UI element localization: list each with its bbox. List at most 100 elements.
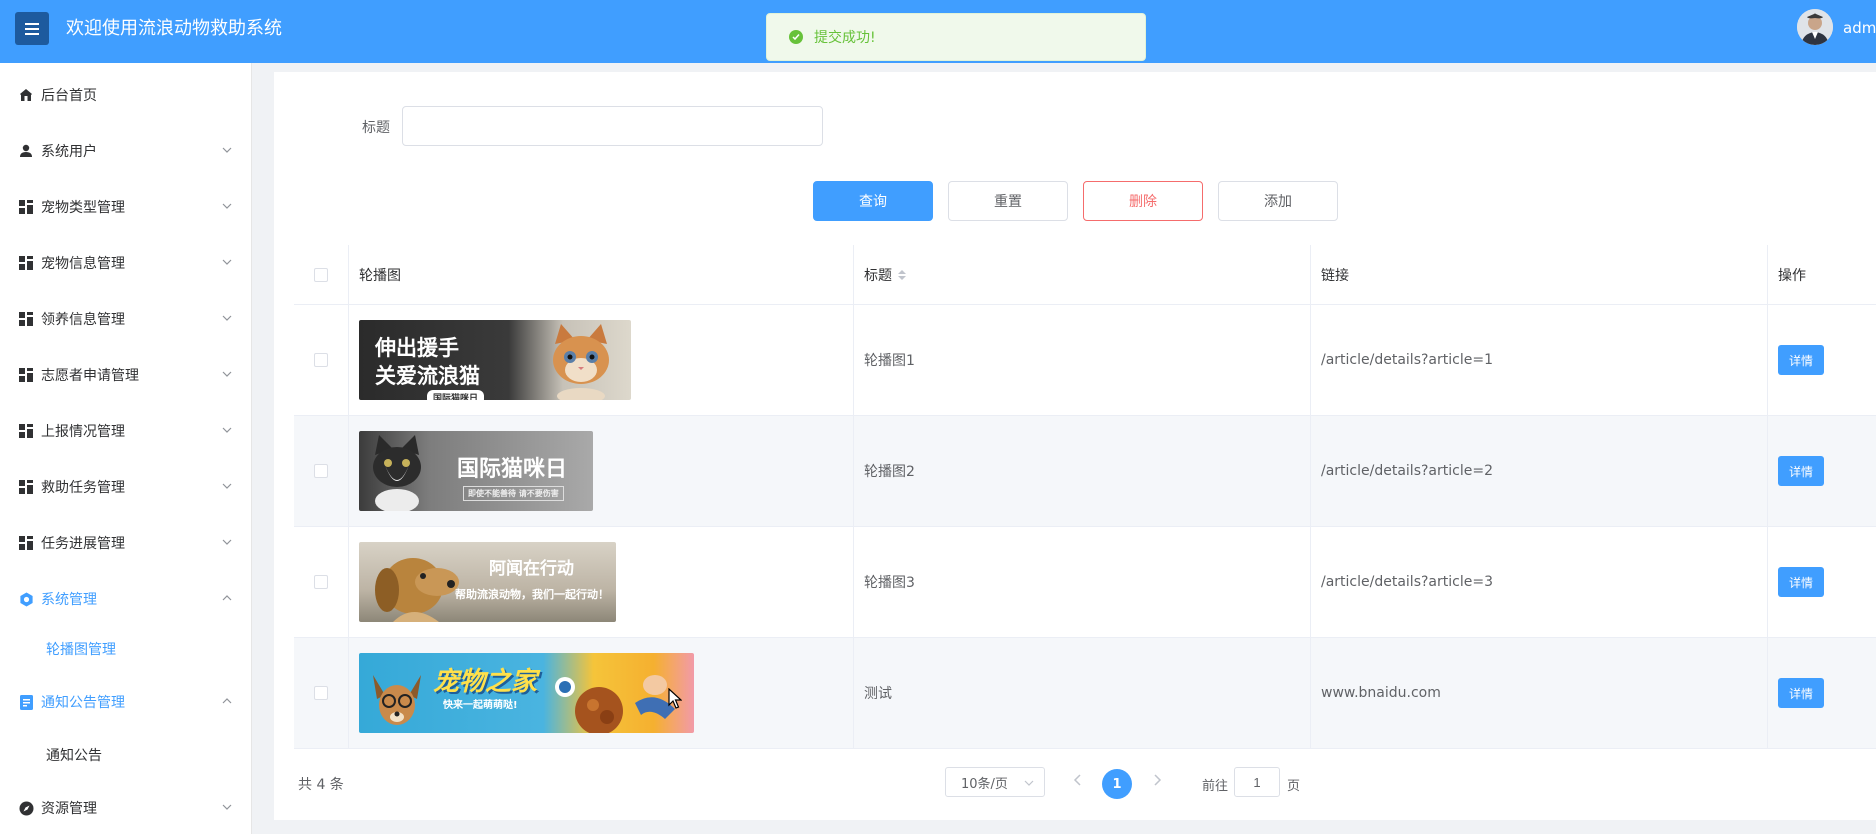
grid-icon bbox=[18, 535, 34, 551]
dog-illustration bbox=[375, 558, 459, 622]
grid-icon bbox=[18, 367, 34, 383]
total-count: 共 4 条 bbox=[298, 777, 344, 793]
chevron-up-icon bbox=[222, 595, 232, 601]
cat-illustration bbox=[373, 435, 421, 511]
chevron-down-icon bbox=[222, 203, 232, 209]
sidebar-item-resource[interactable]: 资源管理 bbox=[0, 780, 252, 834]
title-filter-input[interactable] bbox=[402, 106, 823, 146]
avatar[interactable] bbox=[1797, 9, 1833, 45]
banner-image[interactable]: 宠物之家 快来一起萌萌哒! bbox=[359, 653, 694, 733]
query-button[interactable]: 查询 bbox=[813, 181, 933, 221]
row-link: /article/details?article=2 bbox=[1311, 416, 1768, 526]
detail-button[interactable]: 详情 bbox=[1778, 567, 1824, 597]
banner-image[interactable]: 阿闻在行动 帮助流浪动物，我们一起行动！ bbox=[359, 542, 616, 622]
row-checkbox[interactable] bbox=[314, 464, 328, 478]
admin-username[interactable]: admin bbox=[1843, 19, 1876, 37]
sidebar: 后台首页 系统用户 宠物类型管理 宠物信息管理 领养信息管理 志愿者申请管理 上… bbox=[0, 63, 252, 834]
sidebar-subitem-carousel[interactable]: 轮播图管理 bbox=[0, 624, 252, 674]
chevron-down-icon bbox=[222, 483, 232, 489]
main-panel: 标题 查询 重置 删除 添加 轮播图 标题 链接 操作 伸出援手 关爱流浪猫 国… bbox=[274, 72, 1876, 820]
goto-suffix: 页 bbox=[1287, 779, 1301, 794]
sidebar-item-notice-manage[interactable]: 通知公告管理 bbox=[0, 674, 252, 730]
row-checkbox[interactable] bbox=[314, 686, 328, 700]
row-checkbox[interactable] bbox=[314, 575, 328, 589]
prev-page-icon[interactable] bbox=[1073, 773, 1083, 787]
row-link: /article/details?article=3 bbox=[1311, 527, 1768, 637]
grid-icon bbox=[18, 479, 34, 495]
sidebar-item-task-progress[interactable]: 任务进展管理 bbox=[0, 515, 252, 571]
chevron-down-icon bbox=[222, 539, 232, 545]
title-filter-label: 标题 bbox=[362, 120, 390, 136]
dog-illustration bbox=[373, 675, 421, 725]
chevron-down-icon bbox=[222, 427, 232, 433]
chevron-down-icon bbox=[222, 371, 232, 377]
goto-label: 前往 bbox=[1202, 779, 1229, 794]
sidebar-item-label: 救助任务管理 bbox=[41, 480, 125, 496]
page-size-select[interactable]: 10条/页 bbox=[945, 767, 1045, 797]
cat-illustration bbox=[553, 324, 609, 400]
toast-message: 提交成功! bbox=[814, 30, 876, 46]
sidebar-item-pet-type[interactable]: 宠物类型管理 bbox=[0, 179, 252, 235]
grid-icon bbox=[18, 423, 34, 439]
sidebar-item-system-users[interactable]: 系统用户 bbox=[0, 123, 252, 179]
hamburger-icon bbox=[25, 22, 39, 35]
chevron-up-icon bbox=[222, 698, 232, 704]
sidebar-item-label: 任务进展管理 bbox=[41, 536, 125, 552]
row-title: 测试 bbox=[854, 638, 1311, 748]
reset-button[interactable]: 重置 bbox=[948, 181, 1068, 221]
sidebar-item-label: 资源管理 bbox=[41, 801, 97, 817]
table-row: 宠物之家 快来一起萌萌哒! 测试 www.bnaidu.com 详情 bbox=[294, 638, 1876, 749]
home-icon bbox=[18, 87, 34, 103]
table-header-row: 轮播图 标题 链接 操作 bbox=[294, 245, 1876, 305]
row-title: 轮播图3 bbox=[854, 527, 1311, 637]
detail-button[interactable]: 详情 bbox=[1778, 456, 1824, 486]
sidebar-item-label: 系统管理 bbox=[41, 592, 97, 608]
sidebar-item-pet-info[interactable]: 宠物信息管理 bbox=[0, 235, 252, 291]
mouse-cursor-icon bbox=[668, 688, 682, 709]
column-header-link: 链接 bbox=[1311, 245, 1768, 304]
sidebar-item-label: 宠物信息管理 bbox=[41, 256, 125, 272]
sidebar-item-label: 宠物类型管理 bbox=[41, 200, 125, 216]
select-all-checkbox[interactable] bbox=[314, 267, 328, 282]
detail-button[interactable]: 详情 bbox=[1778, 678, 1824, 708]
sidebar-item-label: 通知公告管理 bbox=[41, 695, 125, 711]
user-icon bbox=[18, 143, 34, 159]
chevron-down-icon bbox=[222, 315, 232, 321]
sidebar-item-label: 系统用户 bbox=[41, 144, 97, 160]
row-checkbox[interactable] bbox=[314, 353, 328, 367]
user-avatar-icon bbox=[1797, 9, 1833, 45]
next-page-icon[interactable] bbox=[1152, 773, 1162, 787]
column-header-title[interactable]: 标题 bbox=[854, 245, 1311, 304]
table-row: 伸出援手 关爱流浪猫 国际猫咪日 轮播图1 /article/details?a… bbox=[294, 305, 1876, 416]
menu-toggle-button[interactable] bbox=[15, 12, 49, 45]
sidebar-item-report[interactable]: 上报情况管理 bbox=[0, 403, 252, 459]
sidebar-item-label: 志愿者申请管理 bbox=[41, 368, 139, 384]
delete-button[interactable]: 删除 bbox=[1083, 181, 1203, 221]
sidebar-item-home[interactable]: 后台首页 bbox=[0, 67, 252, 123]
chevron-down-icon bbox=[222, 259, 232, 265]
document-icon bbox=[18, 694, 34, 710]
sort-icon[interactable] bbox=[898, 269, 906, 280]
sidebar-item-system-manage[interactable]: 系统管理 bbox=[0, 571, 252, 627]
detail-button[interactable]: 详情 bbox=[1778, 345, 1824, 375]
table-row: 阿闻在行动 帮助流浪动物，我们一起行动！ 轮播图3 /article/detai… bbox=[294, 527, 1876, 638]
sidebar-item-volunteer[interactable]: 志愿者申请管理 bbox=[0, 347, 252, 403]
row-link: www.bnaidu.com bbox=[1311, 638, 1768, 748]
row-link: /article/details?article=1 bbox=[1311, 305, 1768, 415]
page-number-current[interactable]: 1 bbox=[1102, 769, 1132, 799]
chevron-down-icon bbox=[222, 147, 232, 153]
banner-image[interactable]: 国际猫咪日 即使不能善待 请不要伤害 bbox=[359, 431, 593, 511]
sidebar-item-rescue-task[interactable]: 救助任务管理 bbox=[0, 459, 252, 515]
column-header-actions: 操作 bbox=[1778, 267, 1806, 284]
grid-icon bbox=[18, 255, 34, 271]
row-title: 轮播图2 bbox=[854, 416, 1311, 526]
row-title: 轮播图1 bbox=[854, 305, 1311, 415]
banner-image[interactable]: 伸出援手 关爱流浪猫 国际猫咪日 bbox=[359, 320, 631, 400]
sidebar-item-adoption[interactable]: 领养信息管理 bbox=[0, 291, 252, 347]
page-size-value: 10条/页 bbox=[961, 776, 1008, 792]
goto-page-input[interactable] bbox=[1234, 767, 1280, 797]
check-circle-icon bbox=[789, 30, 803, 44]
grid-icon bbox=[18, 199, 34, 215]
sidebar-subitem-notice[interactable]: 通知公告 bbox=[0, 730, 252, 780]
add-button[interactable]: 添加 bbox=[1218, 181, 1338, 221]
